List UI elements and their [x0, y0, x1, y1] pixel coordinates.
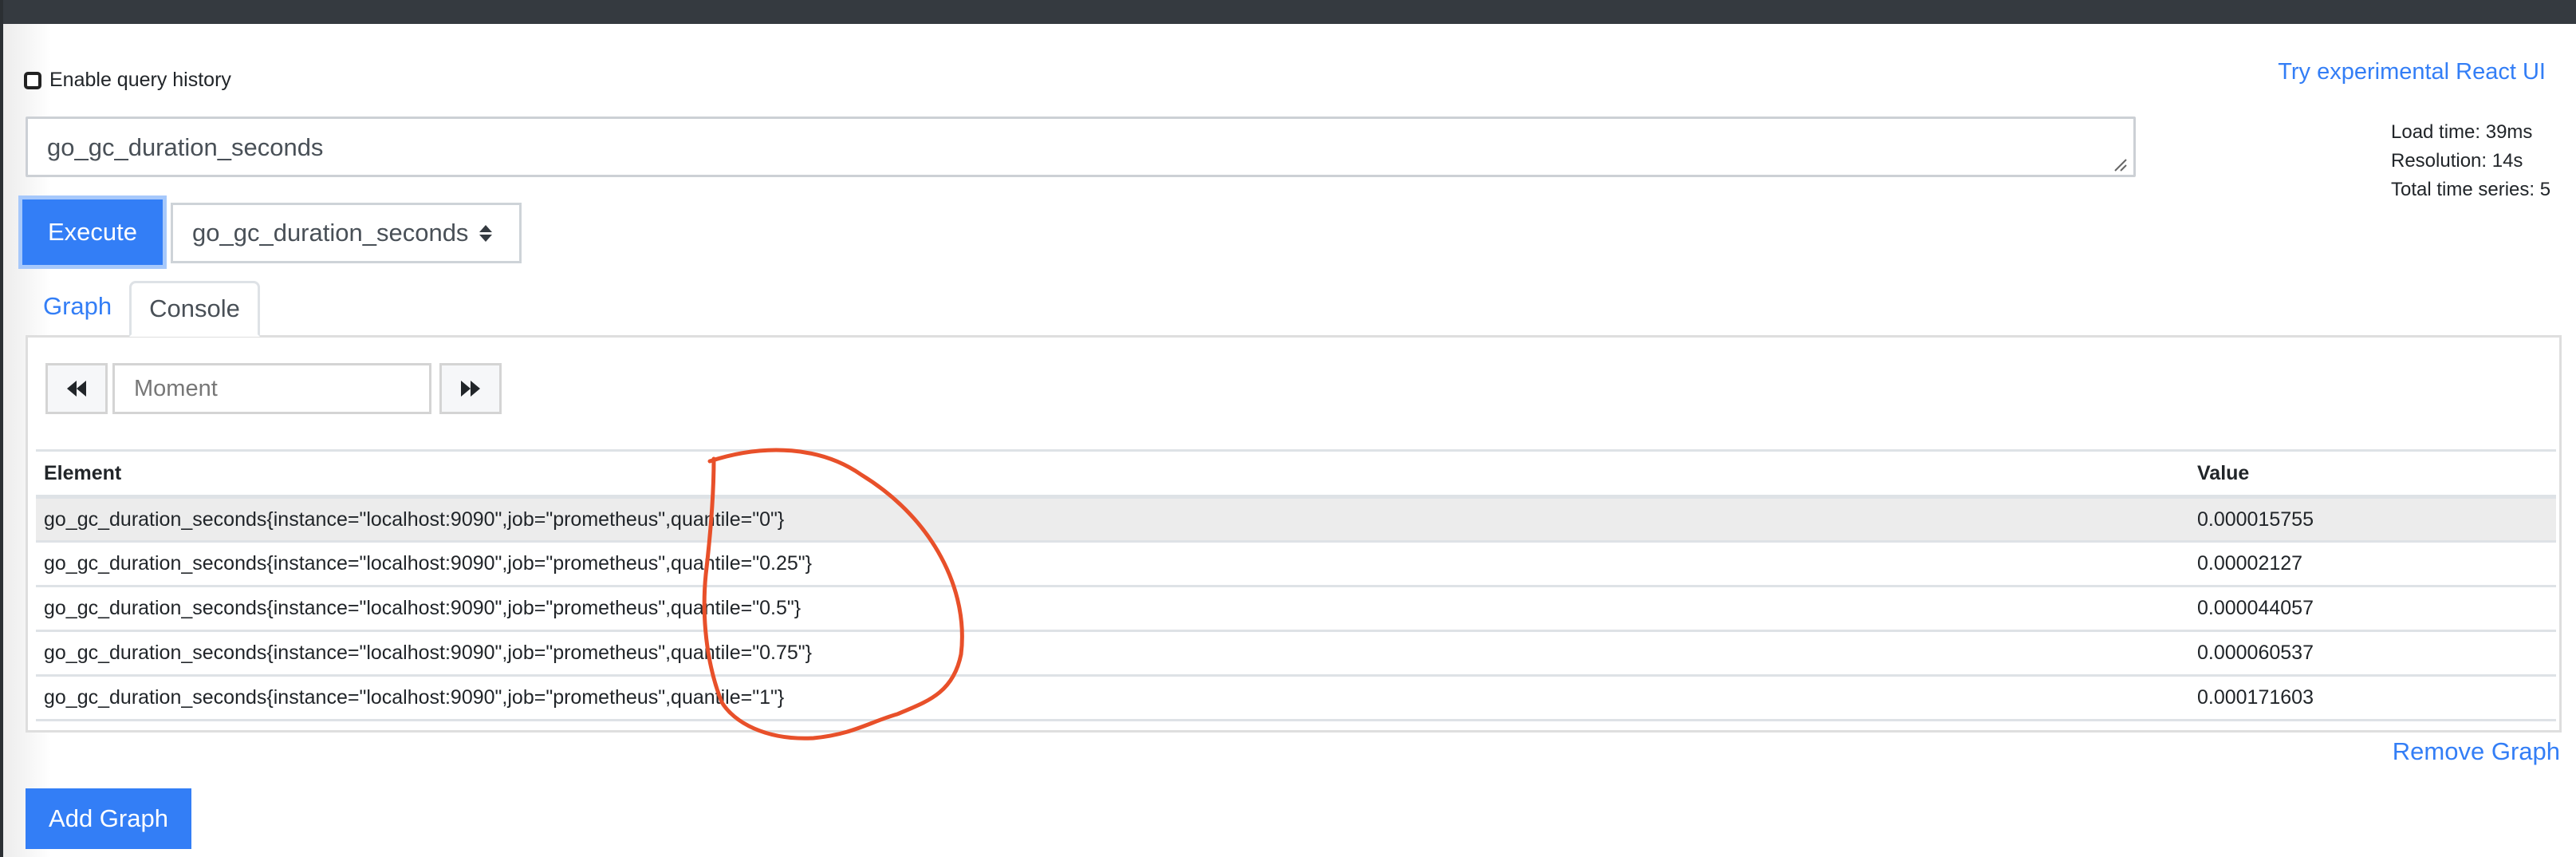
table-row[interactable]: go_gc_duration_seconds{instance="localho… [36, 630, 2556, 677]
row-value: 0.000060537 [2189, 630, 2556, 677]
query-history-checkbox[interactable] [24, 71, 41, 89]
fast-backward-icon [67, 381, 86, 397]
column-header-element: Element [36, 449, 2189, 499]
tab-graph[interactable]: Graph [26, 281, 129, 337]
view-tabs: Graph Console [26, 281, 260, 337]
add-graph-button[interactable]: Add Graph [26, 788, 191, 849]
row-value: 0.000044057 [2189, 586, 2556, 632]
row-element: go_gc_duration_seconds{instance="localho… [36, 496, 2189, 543]
table-row[interactable]: go_gc_duration_seconds{instance="localho… [36, 586, 2556, 632]
row-element: go_gc_duration_seconds{instance="localho… [36, 541, 2189, 587]
moment-back-button[interactable] [45, 363, 108, 414]
column-header-value: Value [2189, 449, 2556, 499]
row-value: 0.000171603 [2189, 675, 2556, 721]
fast-forward-icon [461, 381, 480, 397]
remove-graph-link[interactable]: Remove Graph [2393, 737, 2560, 766]
resize-grip-icon[interactable] [2112, 156, 2128, 172]
results-table: Element Value go_gc_duration_seconds{ins… [36, 449, 2556, 721]
row-element: go_gc_duration_seconds{instance="localho… [36, 675, 2189, 721]
query-history-label: Enable query history [49, 69, 231, 91]
try-react-ui-link[interactable]: Try experimental React UI [2278, 59, 2546, 85]
row-value: 0.000015755 [2189, 496, 2556, 543]
row-element: go_gc_duration_seconds{instance="localho… [36, 586, 2189, 632]
table-row[interactable]: go_gc_duration_seconds{instance="localho… [36, 675, 2556, 721]
tab-console[interactable]: Console [129, 281, 260, 337]
total-time-series: Total time series: 5 [2391, 179, 2551, 200]
metric-select[interactable]: go_gc_duration_seconds [171, 203, 522, 263]
load-time: Load time: 39ms [2391, 121, 2533, 143]
table-row[interactable]: go_gc_duration_seconds{instance="localho… [36, 496, 2556, 543]
sort-arrows-icon [479, 224, 493, 242]
query-stats: Load time: 39ms Resolution: 14s Total ti… [2391, 118, 2550, 204]
resolution: Resolution: 14s [2391, 150, 2523, 172]
top-navbar [0, 0, 2576, 24]
table-header-row: Element Value [36, 449, 2556, 499]
query-history-toggle[interactable]: Enable query history [24, 69, 231, 92]
moment-placeholder: Moment [134, 375, 218, 401]
moment-input[interactable]: Moment [112, 363, 431, 414]
row-value: 0.00002127 [2189, 541, 2556, 587]
table-row[interactable]: go_gc_duration_seconds{instance="localho… [36, 541, 2556, 587]
console-panel: Moment Element Value go_gc_duration_seco… [26, 335, 2562, 733]
execute-button[interactable]: Execute [22, 199, 163, 265]
moment-forward-button[interactable] [439, 363, 502, 414]
expression-input[interactable]: go_gc_duration_seconds [26, 117, 2136, 177]
row-element: go_gc_duration_seconds{instance="localho… [36, 630, 2189, 677]
metric-select-value: go_gc_duration_seconds [192, 219, 469, 247]
